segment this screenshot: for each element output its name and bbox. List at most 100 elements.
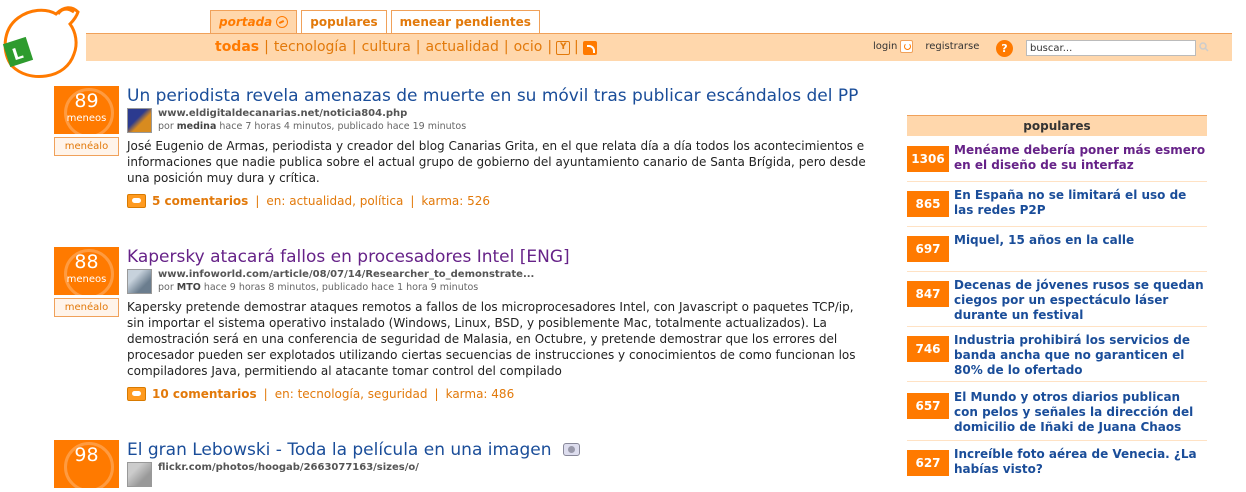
filter-icon[interactable]: [556, 41, 571, 55]
popular-votes: 847: [907, 281, 949, 307]
popular-votes: 865: [907, 191, 949, 217]
comments-icon[interactable]: [127, 194, 146, 208]
byline-prefix: por: [158, 121, 174, 132]
vote-box: 88 meneos menéalo: [54, 247, 119, 317]
sidebar-divider: [907, 271, 1207, 272]
story-title[interactable]: Un periodista revela amenazas de muerte …: [127, 86, 887, 106]
category-links: todas | tecnología | cultura | actualida…: [210, 39, 601, 55]
search-input[interactable]: [1026, 40, 1196, 56]
main-tabs: portada populares menear pendientes: [210, 10, 540, 33]
nav-cultura[interactable]: cultura: [357, 39, 416, 55]
story-url[interactable]: www.infoworld.com/article/08/07/14/Resea…: [158, 269, 534, 280]
meneame-logo[interactable]: L: [0, 0, 86, 80]
story-content: Kapersky atacará fallos en procesadores …: [127, 247, 887, 401]
vote-box: 89 meneos menéalo: [54, 86, 119, 156]
story-description: José Eugenio de Armas, periodista y crea…: [127, 139, 866, 185]
popular-link[interactable]: El Mundo y otros diarios publican con pe…: [954, 390, 1207, 435]
search-icon[interactable]: [1199, 42, 1209, 52]
story-meta: www.eldigitaldecanarias.net/noticia804.p…: [127, 108, 887, 138]
portada-icon: [276, 16, 289, 28]
popular-link[interactable]: Decenas de jóvenes rusos se quedan ciego…: [954, 278, 1207, 323]
footer-separator: |: [410, 194, 415, 208]
source-thumbnail[interactable]: [127, 462, 152, 487]
tab-populares[interactable]: populares: [301, 10, 387, 33]
popular-votes: 746: [907, 336, 949, 362]
nav-tecnologia[interactable]: tecnología: [269, 39, 352, 55]
vote-label: meneos: [66, 274, 107, 285]
comments-link[interactable]: 10 comentarios: [152, 387, 257, 401]
comments-icon[interactable]: [127, 387, 146, 401]
user-area: login registrarse: [873, 40, 979, 53]
story-url[interactable]: www.eldigitaldecanarias.net/noticia804.p…: [158, 108, 407, 119]
popular-votes: 627: [907, 450, 949, 476]
footer-separator: |: [434, 387, 439, 401]
story-category[interactable]: en: tecnología, seguridad: [275, 387, 428, 401]
tab-label: portada: [219, 15, 273, 29]
menealo-button[interactable]: menéalo: [54, 137, 119, 156]
sidebar-divider: [907, 181, 1207, 182]
footer-separator: |: [263, 387, 268, 401]
popular-votes: 657: [907, 393, 949, 419]
nav-separator: |: [547, 39, 553, 55]
vote-count: 88 meneos: [54, 247, 119, 295]
nav-actualidad[interactable]: actualidad: [421, 39, 504, 55]
popular-votes: 697: [907, 236, 949, 262]
vote-number: 98: [74, 444, 99, 466]
story-meta: www.infoworld.com/article/08/07/14/Resea…: [127, 269, 887, 299]
source-thumbnail[interactable]: [127, 269, 152, 294]
nav-ocio[interactable]: ocio: [509, 39, 548, 55]
nav-todas[interactable]: todas: [210, 39, 264, 55]
story-karma: karma: 486: [445, 387, 515, 401]
popular-link[interactable]: En España no se limitará el uso de las r…: [954, 188, 1207, 218]
rss-icon[interactable]: [582, 41, 597, 55]
source-thumbnail[interactable]: [127, 108, 152, 133]
sidebar-divider: [907, 326, 1207, 327]
story-title: El gran Lebowski - Toda la película en u…: [127, 440, 887, 460]
power-icon[interactable]: [900, 40, 914, 53]
story-content: El gran Lebowski - Toda la película en u…: [127, 440, 887, 492]
tab-portada[interactable]: portada: [210, 10, 298, 33]
story-description: Kapersky pretende demostrar ataques remo…: [127, 300, 856, 378]
tab-label: populares: [310, 15, 378, 29]
footer-separator: |: [255, 194, 260, 208]
vote-count: 89 meneos: [54, 86, 119, 134]
popular-link[interactable]: Menéame debería poner más esmero en el d…: [954, 143, 1207, 173]
tab-label: menear pendientes: [399, 15, 531, 29]
popular-link[interactable]: Industria prohibirá los servicios de ban…: [954, 333, 1207, 378]
category-navbar: todas | tecnología | cultura | actualida…: [86, 33, 1232, 61]
author-link[interactable]: MTO: [177, 282, 201, 293]
vote-number: 89: [74, 90, 99, 112]
menealo-button[interactable]: menéalo: [54, 298, 119, 317]
vote-count: 98: [54, 440, 119, 488]
story-title[interactable]: Kapersky atacará fallos en procesadores …: [127, 247, 887, 267]
sidebar-divider: [907, 226, 1207, 227]
story-karma: karma: 526: [421, 194, 491, 208]
story-byline: por medina hace 7 horas 4 minutos, publi…: [158, 121, 466, 132]
sidebar-divider: [907, 381, 1207, 382]
author-link[interactable]: medina: [177, 121, 217, 132]
story-meta: flickr.com/photos/hoogab/2663077163/size…: [127, 462, 887, 492]
camera-icon: [562, 443, 580, 456]
sidebar-title: populares: [907, 115, 1207, 136]
popular-votes: 1306: [907, 146, 949, 172]
vote-number: 88: [74, 251, 99, 273]
story-footer: 5 comentarios | en: actualidad, política…: [127, 194, 887, 208]
story-category[interactable]: en: actualidad, política: [266, 194, 403, 208]
help-icon[interactable]: ?: [996, 40, 1013, 57]
popular-link[interactable]: Increíble foto aérea de Venecia. ¿La hab…: [954, 447, 1207, 477]
sidebar-divider: [907, 440, 1207, 441]
byline-prefix: por: [158, 282, 174, 293]
popular-link[interactable]: Miquel, 15 años en la calle: [954, 233, 1207, 248]
story-content: Un periodista revela amenazas de muerte …: [127, 86, 887, 208]
nav-separator: |: [574, 39, 579, 55]
story-title-link[interactable]: El gran Lebowski - Toda la película en u…: [127, 440, 552, 460]
story-byline: por MTO hace 9 horas 8 minutos, publicad…: [158, 282, 478, 293]
popular-sidebar: populares 1306 Menéame debería poner más…: [907, 115, 1207, 476]
register-link[interactable]: registrarse: [925, 41, 979, 52]
story-footer: 10 comentarios | en: tecnología, segurid…: [127, 387, 887, 401]
byline-time: hace 9 horas 8 minutos, publicado hace 1…: [203, 282, 479, 293]
login-link[interactable]: login: [873, 41, 897, 52]
comments-link[interactable]: 5 comentarios: [152, 194, 248, 208]
tab-menear-pendientes[interactable]: menear pendientes: [390, 10, 540, 33]
vote-label: meneos: [66, 113, 107, 124]
